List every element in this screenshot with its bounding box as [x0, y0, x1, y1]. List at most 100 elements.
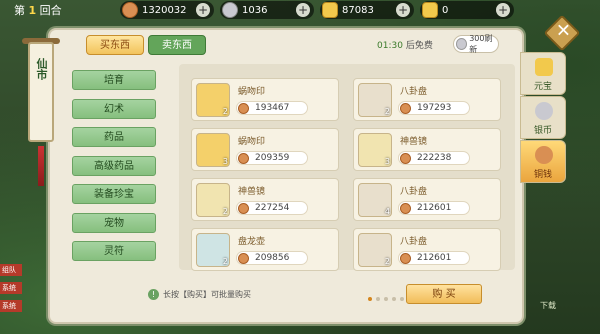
item-card[interactable]: 2 蜗吻印 193467	[191, 78, 339, 121]
item-quantity: 2	[384, 257, 390, 266]
refresh-button[interactable]: 300刷新	[453, 34, 499, 54]
currency-value: 87083	[342, 4, 374, 16]
category-item[interactable]: 宠物	[72, 212, 156, 233]
silver-coin-icon	[456, 38, 468, 50]
yuanbao-icon	[535, 58, 553, 76]
add-yuanbao-button[interactable]: +	[496, 3, 510, 17]
bagua-icon: 4	[358, 183, 392, 217]
item-quantity: 2	[384, 107, 390, 116]
item-card[interactable]: 4 八卦盘 212601	[353, 178, 501, 221]
currency-tabs: 元宝 银币 铜钱	[520, 52, 566, 184]
item-quantity: 2	[222, 107, 228, 116]
item-price: 222238	[398, 151, 470, 165]
market-title-scroll: 仙市	[28, 42, 54, 142]
tab-sell[interactable]: 卖东西	[148, 35, 206, 55]
mirror-icon: 2	[196, 183, 230, 217]
gold-ingot-icon	[322, 2, 338, 18]
add-copper-button[interactable]: +	[196, 3, 210, 17]
item-grid: 2 蜗吻印 193467 2 八卦盘 197293 3 蜗吻印 209359 3…	[179, 64, 515, 271]
watermark: 下载	[540, 301, 556, 310]
timer-label: 后免费	[405, 41, 433, 51]
refresh-label: 300刷新	[469, 34, 493, 54]
bagua-icon: 2	[358, 233, 392, 267]
item-name: 蜗吻印	[238, 137, 266, 147]
bagua-icon: 2	[358, 83, 392, 117]
item-price: 227254	[236, 201, 308, 215]
page-dot[interactable]	[376, 297, 380, 301]
item-card[interactable]: 2 神兽镜 227254	[191, 178, 339, 221]
seal-icon: 2	[196, 83, 230, 117]
page-dot[interactable]	[368, 297, 372, 301]
tab-yuanbao[interactable]: 元宝	[520, 52, 566, 95]
currency-value: 1320032	[142, 4, 187, 16]
market-title: 仙市	[35, 58, 48, 80]
category-item[interactable]: 灵符	[72, 241, 156, 261]
currency-value: 0	[442, 4, 449, 16]
round-indicator: 第 1 回合	[14, 4, 62, 17]
free-refresh-timer: 01:30 后免费	[377, 38, 433, 51]
item-name: 八卦盘	[400, 237, 428, 247]
category-item[interactable]: 幻术	[72, 98, 156, 119]
page-dot[interactable]	[392, 297, 396, 301]
tab-copper[interactable]: 铜钱	[520, 140, 566, 183]
batch-buy-hint: ! 长按【购买】可批量购买	[148, 289, 251, 300]
channel-label[interactable]: 系统	[0, 300, 22, 312]
item-name: 神兽镜	[400, 137, 428, 147]
channel-label[interactable]: 系统	[0, 282, 22, 294]
category-item[interactable]: 高级药品	[72, 155, 156, 176]
item-price: 212601	[398, 201, 470, 215]
currency-value: 1036	[242, 4, 268, 16]
category-item[interactable]: 装备珍宝	[72, 184, 156, 204]
copper-coin-icon	[400, 153, 411, 164]
info-icon: !	[148, 289, 159, 300]
copper-coin-icon	[238, 153, 249, 164]
tab-label: 银币	[533, 126, 552, 136]
copper-coin-icon	[238, 103, 249, 114]
item-name: 神兽镜	[238, 187, 266, 197]
buy-button[interactable]: 购 买	[406, 284, 482, 304]
item-quantity: 2	[222, 257, 228, 266]
item-quantity: 3	[384, 157, 390, 166]
item-name: 蜗吻印	[238, 87, 266, 97]
tab-buy[interactable]: 买东西	[86, 35, 144, 55]
category-item[interactable]: 培育	[72, 70, 156, 90]
currency-silver: 1036 +	[220, 1, 314, 19]
item-name: 八卦盘	[400, 87, 428, 97]
copper-coin-icon	[400, 203, 411, 214]
item-card[interactable]: 2 盘龙壶 209856	[191, 228, 339, 271]
hint-text: 长按【购买】可批量购买	[163, 290, 251, 299]
item-card[interactable]: 2 八卦盘 212601	[353, 228, 501, 271]
copper-coin-icon	[238, 203, 249, 214]
seal-icon: 3	[196, 133, 230, 167]
channel-label[interactable]: 组队	[0, 264, 22, 276]
timer-value: 01:30	[377, 41, 403, 51]
tassel-ornament	[38, 146, 44, 186]
close-icon: ✕	[555, 20, 571, 42]
currency-copper: 1320032 +	[120, 1, 214, 19]
item-price: 209359	[236, 151, 308, 165]
page-dot[interactable]	[400, 297, 404, 301]
item-card[interactable]: 3 神兽镜 222238	[353, 128, 501, 171]
tab-label: 元宝	[533, 82, 552, 92]
item-quantity: 4	[384, 207, 390, 216]
item-card[interactable]: 2 八卦盘 197293	[353, 78, 501, 121]
silver-coin-icon	[535, 102, 553, 120]
pot-icon: 2	[196, 233, 230, 267]
copper-coin-icon	[122, 2, 138, 18]
copper-coin-icon	[535, 146, 553, 164]
add-silver-button[interactable]: +	[296, 3, 310, 17]
item-quantity: 2	[222, 207, 228, 216]
mirror-icon: 3	[358, 133, 392, 167]
page-dot[interactable]	[384, 297, 388, 301]
item-card[interactable]: 3 蜗吻印 209359	[191, 128, 339, 171]
item-quantity: 3	[222, 157, 228, 166]
currency-yuanbao: 0 +	[420, 1, 514, 19]
tab-label: 铜钱	[533, 170, 552, 180]
copper-coin-icon	[400, 103, 411, 114]
category-item[interactable]: 药品	[72, 127, 156, 147]
yuanbao-ingot-icon	[422, 2, 438, 18]
tab-silver[interactable]: 银币	[520, 96, 566, 139]
market-panel: 买东西 卖东西 01:30 后免费 300刷新 培育 幻术 药品 高级药品 装备…	[48, 28, 524, 324]
item-price: 212601	[398, 251, 470, 265]
add-gold-button[interactable]: +	[396, 3, 410, 17]
